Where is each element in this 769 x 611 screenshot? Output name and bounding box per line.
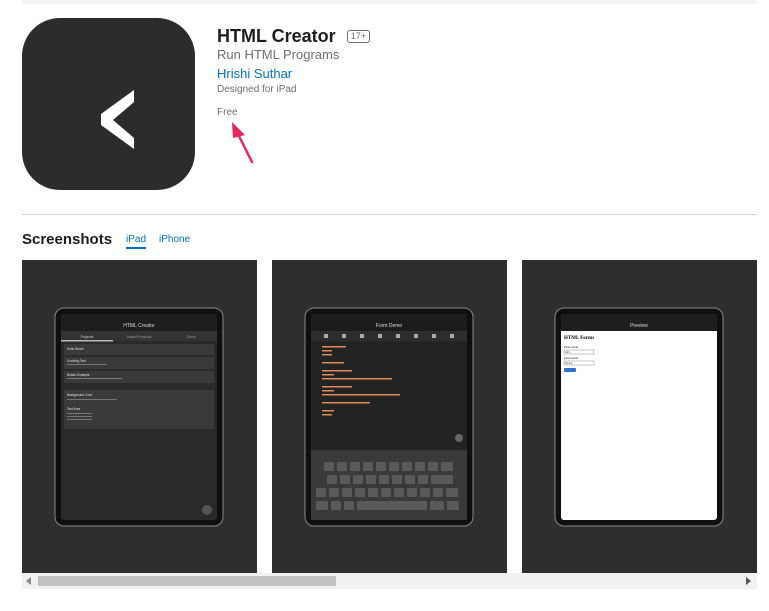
project-item: Hello World <box>67 347 84 351</box>
scrollbar-thumb[interactable] <box>38 576 336 586</box>
tab-ipad[interactable]: iPad <box>126 234 147 249</box>
screenshot-1[interactable]: HTML Creator Projects Saved Products Dem… <box>22 260 257 573</box>
form-label: First name: <box>564 345 579 349</box>
app-subtitle: Run HTML Programs <box>217 47 340 62</box>
age-rating-badge: 17+ <box>346 30 370 43</box>
scroll-left-icon[interactable] <box>26 577 31 585</box>
project-item: Button Example <box>67 373 90 377</box>
project-item: Background Color <box>67 393 93 397</box>
nav-title: Form Demo <box>376 323 403 329</box>
annotation-arrow-icon <box>232 122 254 164</box>
price-label: Free <box>217 107 238 118</box>
top-bar-remnant <box>22 0 757 4</box>
nav-title: Preview <box>630 323 648 329</box>
section-divider <box>22 214 757 215</box>
less-than-icon <box>101 90 134 149</box>
form-label: Last name: <box>564 356 579 360</box>
app-icon <box>22 18 195 190</box>
developer-link[interactable]: Hrishi Suthar <box>217 66 292 81</box>
app-title: HTML Creator <box>217 26 336 46</box>
project-item: Scrolling Text <box>67 359 86 363</box>
screenshot-gallery[interactable]: HTML Creator Projects Saved Products Dem… <box>22 260 757 573</box>
screenshot-2[interactable]: Form Demo <box>272 260 507 573</box>
title-row: HTML Creator 17+ <box>217 26 370 47</box>
ipad-mockup-editor: Form Demo <box>304 307 474 527</box>
tab-iphone[interactable]: iPhone <box>159 234 190 245</box>
form-value: Deuce <box>565 362 573 365</box>
preview-heading: HTML Forms <box>564 336 594 341</box>
nav-title: HTML Creator <box>123 323 155 329</box>
project-item: Text Area <box>67 407 81 411</box>
screenshots-heading: Screenshots <box>22 231 113 248</box>
form-value: John <box>565 351 571 354</box>
tab-label: Projects <box>81 335 94 339</box>
ipad-mockup-preview: Preview HTML Forms First name: John Last… <box>554 307 724 527</box>
tab-label: Saved Products <box>127 335 152 339</box>
tab-label: Demo <box>186 335 195 339</box>
ipad-mockup-projects: HTML Creator Projects Saved Products Dem… <box>54 307 224 527</box>
designed-for-label: Designed for iPad <box>217 84 297 95</box>
screenshot-3[interactable]: Preview HTML Forms First name: John Last… <box>522 260 757 573</box>
horizontal-scrollbar[interactable] <box>22 573 757 589</box>
scroll-right-icon[interactable] <box>746 577 751 585</box>
